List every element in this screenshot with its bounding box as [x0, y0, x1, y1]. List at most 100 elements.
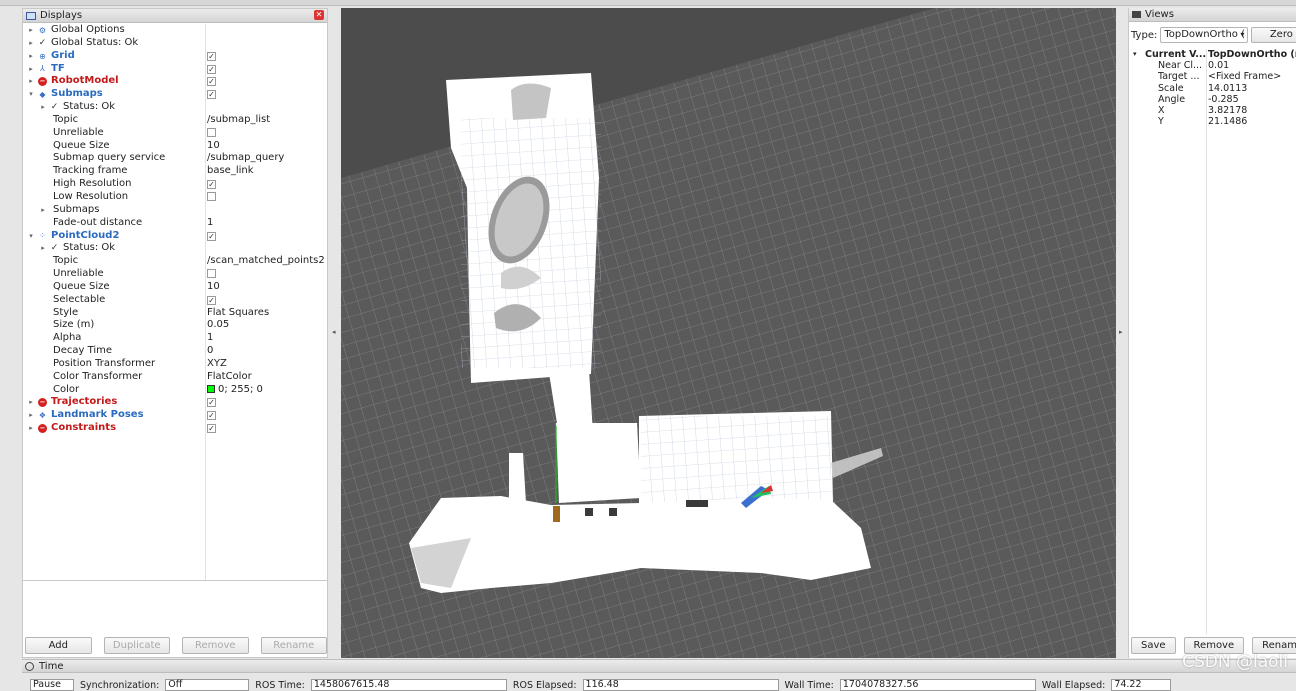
display-row[interactable]: Submap query service/submap_query	[23, 152, 327, 165]
views-column-divider[interactable]	[1206, 49, 1207, 634]
display-row[interactable]: ▸ ✓ Global Status: Ok	[23, 37, 327, 50]
view-property-row[interactable]: Angle -0.285	[1129, 94, 1296, 105]
display-row[interactable]: High Resolution ✓	[23, 178, 327, 191]
collapsed-arrow-icon[interactable]: ▸	[27, 24, 35, 37]
display-row-value[interactable]: /submap_query	[207, 152, 284, 165]
enable-checkbox[interactable]: ✓	[207, 295, 216, 305]
display-row[interactable]: ▾ ◆ Submaps ✓	[23, 88, 327, 101]
enable-checkbox[interactable]: ✓	[207, 398, 216, 408]
wall-time-field[interactable]: 1704078327.56	[839, 679, 1036, 691]
pause-button[interactable]: Pause	[30, 679, 74, 691]
wall-elapsed-field[interactable]: 74.22	[1111, 679, 1172, 691]
display-row[interactable]: ▸ ⅄ TF ✓	[23, 63, 327, 76]
display-row-value[interactable]: ✓	[207, 422, 216, 435]
duplicate-button[interactable]: Duplicate	[103, 637, 170, 654]
display-row[interactable]: Low Resolution	[23, 191, 327, 204]
enable-checkbox[interactable]: ✓	[207, 424, 216, 434]
display-row-value[interactable]: FlatColor	[207, 371, 252, 384]
display-row[interactable]: ▾ ⁘ PointCloud2 ✓	[23, 230, 327, 243]
enable-checkbox[interactable]: ✓	[207, 77, 216, 87]
display-row-value[interactable]: 10	[207, 281, 220, 294]
display-row-value[interactable]: /submap_list	[207, 114, 270, 127]
display-row[interactable]: ▸ − Constraints ✓	[23, 422, 327, 435]
collapsed-arrow-icon[interactable]: ▸	[27, 37, 35, 50]
rename-button[interactable]: Rename	[260, 637, 327, 654]
right-splitter[interactable]: ▸	[1116, 8, 1128, 658]
enable-checkbox[interactable]	[207, 191, 216, 201]
display-row[interactable]: Color Transformer FlatColor	[23, 371, 327, 384]
enable-checkbox[interactable]: ✓	[207, 90, 216, 100]
view-property-row[interactable]: Near Cl... 0.01	[1129, 60, 1296, 71]
collapsed-arrow-icon[interactable]: ▸	[27, 75, 35, 88]
display-row[interactable]: ▸ Submaps	[23, 204, 327, 217]
display-row[interactable]: Color 0; 255; 0	[23, 384, 327, 397]
display-row-value[interactable]	[207, 127, 216, 141]
collapsed-arrow-icon[interactable]: ▸	[27, 409, 35, 422]
display-row-value[interactable]: ✓	[207, 75, 216, 88]
display-row-value[interactable]	[207, 268, 216, 282]
display-row[interactable]: Topic/scan_matched_points2	[23, 255, 327, 268]
view-property-row[interactable]: Y 21.1486	[1129, 116, 1296, 127]
ros-time-field[interactable]: 1458067615.48	[310, 679, 507, 691]
view-property-row[interactable]: Scale 14.0113	[1129, 83, 1296, 94]
save-button[interactable]: Save	[1131, 637, 1176, 654]
render-viewport[interactable]	[341, 8, 1127, 658]
add-button[interactable]: Add	[25, 637, 92, 654]
display-row-value[interactable]: ✓	[207, 396, 216, 409]
display-row[interactable]: Unreliable	[23, 268, 327, 281]
display-row[interactable]: Selectable ✓	[23, 294, 327, 307]
expanded-arrow-icon[interactable]: ▾	[27, 230, 35, 243]
display-row-value[interactable]: 0; 255; 0	[207, 384, 263, 397]
display-row[interactable]: ▸ − Trajectories ✓	[23, 396, 327, 409]
display-row[interactable]: Queue Size 10	[23, 140, 327, 153]
view-property-row[interactable]: X 3.82178	[1129, 105, 1296, 116]
display-row[interactable]: Alpha 1	[23, 332, 327, 345]
display-row-value[interactable]: ✓	[207, 230, 216, 243]
display-row-value[interactable]: /scan_matched_points2	[207, 255, 325, 268]
display-row-value[interactable]: ✓	[207, 294, 216, 307]
display-row[interactable]: ▸ ⊕ Grid ✓	[23, 50, 327, 63]
enable-checkbox[interactable]: ✓	[207, 231, 216, 241]
display-row-value[interactable]: ✓	[207, 88, 216, 101]
display-row[interactable]: Fade-out distance 1	[23, 217, 327, 230]
display-row[interactable]: Tracking frame base_link	[23, 165, 327, 178]
expanded-arrow-icon[interactable]: ▾	[1133, 49, 1137, 60]
collapsed-arrow-icon[interactable]: ▸	[39, 101, 47, 114]
collapsed-arrow-icon[interactable]: ▸	[39, 204, 47, 217]
enable-checkbox[interactable]: ✓	[207, 411, 216, 421]
sync-select[interactable]: Off	[165, 679, 250, 691]
ros-elapsed-field[interactable]: 116.48	[582, 679, 779, 691]
close-icon[interactable]: ✕	[314, 10, 324, 20]
display-row[interactable]: Decay Time 0	[23, 345, 327, 358]
display-row[interactable]: Queue Size 10	[23, 281, 327, 294]
display-row-value[interactable]: 0.05	[207, 319, 229, 332]
display-row[interactable]: ▸ − RobotModel ✓	[23, 75, 327, 88]
view-property-row[interactable]: Target ... <Fixed Frame>	[1129, 71, 1296, 82]
enable-checkbox[interactable]	[207, 269, 216, 279]
display-row[interactable]: Unreliable	[23, 127, 327, 140]
enable-checkbox[interactable]: ✓	[207, 64, 216, 74]
display-row[interactable]: ▸ ✓ Status: Ok	[23, 242, 327, 255]
enable-checkbox[interactable]: ✓	[207, 51, 216, 61]
collapsed-arrow-icon[interactable]: ▸	[27, 396, 35, 409]
display-row-value[interactable]: ✓	[207, 178, 216, 191]
view-property-row[interactable]: ▾ Current V... TopDownOrtho (rv	[1129, 49, 1296, 60]
collapsed-arrow-icon[interactable]: ▸	[27, 63, 35, 76]
display-row-value[interactable]: 0	[207, 345, 213, 358]
expanded-arrow-icon[interactable]: ▾	[27, 88, 35, 101]
collapsed-arrow-icon[interactable]: ▸	[27, 50, 35, 63]
display-row-value[interactable]: ✓	[207, 50, 216, 63]
collapse-right-icon[interactable]: ▸	[1119, 328, 1123, 336]
collapsed-arrow-icon[interactable]: ▸	[39, 242, 47, 255]
display-row[interactable]: Position Transformer XYZ	[23, 358, 327, 371]
left-splitter[interactable]: ◂	[329, 8, 341, 658]
display-row[interactable]: ▸ ❖ Landmark Poses ✓	[23, 409, 327, 422]
enable-checkbox[interactable]	[207, 127, 216, 137]
display-row-value[interactable]: 10	[207, 140, 220, 153]
enable-checkbox[interactable]: ✓	[207, 180, 216, 190]
display-row[interactable]: Style Flat Squares	[23, 307, 327, 320]
collapsed-arrow-icon[interactable]: ▸	[27, 422, 35, 435]
display-row[interactable]: ▸ ✓ Status: Ok	[23, 101, 327, 114]
color-swatch[interactable]	[207, 384, 215, 393]
collapse-left-icon[interactable]: ◂	[332, 328, 336, 336]
